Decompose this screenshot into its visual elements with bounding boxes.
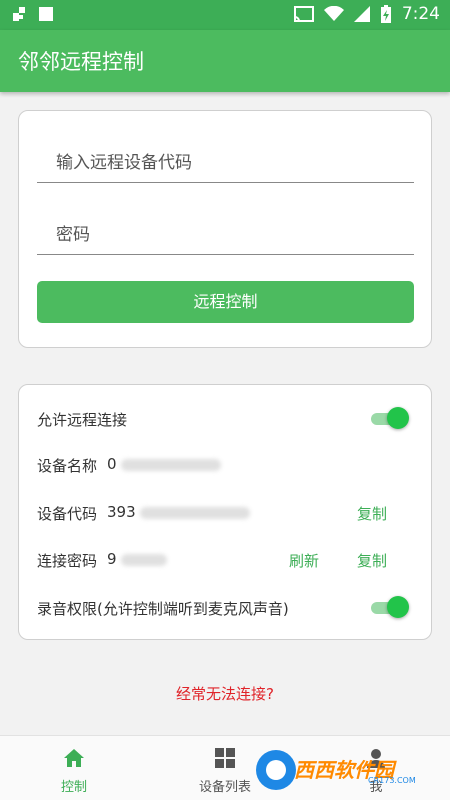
password-input[interactable]: [37, 215, 414, 254]
cast-icon: [293, 6, 314, 22]
device-code-value: 393: [107, 503, 250, 521]
signal-icon: [353, 6, 370, 22]
device-code-field: [37, 143, 414, 183]
copy-password-button[interactable]: 复制: [357, 550, 387, 571]
blurred-text: [120, 458, 221, 471]
blurred-text: [139, 506, 250, 519]
allow-remote-row: 允许远程连接: [19, 403, 431, 433]
notification-square-icon: [39, 7, 53, 21]
device-name-label: 设备名称: [37, 457, 98, 475]
blurred-text: [120, 553, 167, 566]
toggle-knob: [387, 596, 409, 618]
tab-control-label: 控制: [60, 780, 87, 795]
device-code-row: 设备代码 393 复制: [19, 497, 431, 527]
home-icon: [64, 749, 84, 767]
watermark-c-icon: [256, 750, 296, 790]
device-name-row: 设备名称 0: [19, 449, 431, 479]
status-bar: 7:24: [0, 0, 450, 30]
device-code-text: 393: [107, 503, 136, 521]
device-settings-card: 允许远程连接 设备名称 0 设备代码 393 复制 连接密码 9 刷新 复制 录…: [18, 384, 432, 640]
watermark-sub: CR173.COM: [368, 776, 416, 785]
audio-permission-row: 录音权限(允许控制端听到麦克风声音): [19, 592, 431, 622]
connect-card: 远程控制: [18, 110, 432, 348]
toggle-knob: [387, 407, 409, 429]
grid-icon: [215, 748, 235, 768]
connect-password-label: 连接密码: [37, 552, 98, 570]
app-title: 邻邻远程控制: [18, 50, 144, 74]
device-code-input[interactable]: [37, 143, 414, 182]
password-field: [37, 215, 414, 255]
copy-code-button[interactable]: 复制: [357, 503, 387, 524]
watermark-logo: 西西软件园 CR173.COM: [250, 748, 440, 792]
device-code-label: 设备代码: [37, 505, 98, 523]
device-name-value: 0: [107, 455, 221, 473]
device-name-text: 0: [107, 455, 117, 473]
tab-control[interactable]: 控制: [14, 746, 134, 795]
audio-permission-toggle[interactable]: [371, 596, 409, 618]
connect-password-value: 9: [107, 550, 167, 568]
remote-control-button[interactable]: 远程控制: [37, 281, 414, 323]
wifi-icon: [323, 6, 344, 21]
connect-password-text: 9: [107, 550, 117, 568]
tab-device-list-label: 设备列表: [198, 780, 251, 795]
battery-charging-icon: [380, 5, 391, 23]
connection-help-link[interactable]: 经常无法连接?: [0, 683, 450, 704]
connect-password-row: 连接密码 9 刷新 复制: [19, 544, 431, 574]
allow-remote-label: 允许远程连接: [37, 411, 128, 429]
notification-app-icon: [13, 7, 25, 21]
audio-permission-label: 录音权限(允许控制端听到麦克风声音): [37, 600, 289, 618]
allow-remote-toggle[interactable]: [371, 407, 409, 429]
app-bar: 邻邻远程控制: [0, 30, 450, 92]
refresh-password-button[interactable]: 刷新: [289, 550, 319, 571]
status-time: 7:24: [401, 4, 440, 24]
